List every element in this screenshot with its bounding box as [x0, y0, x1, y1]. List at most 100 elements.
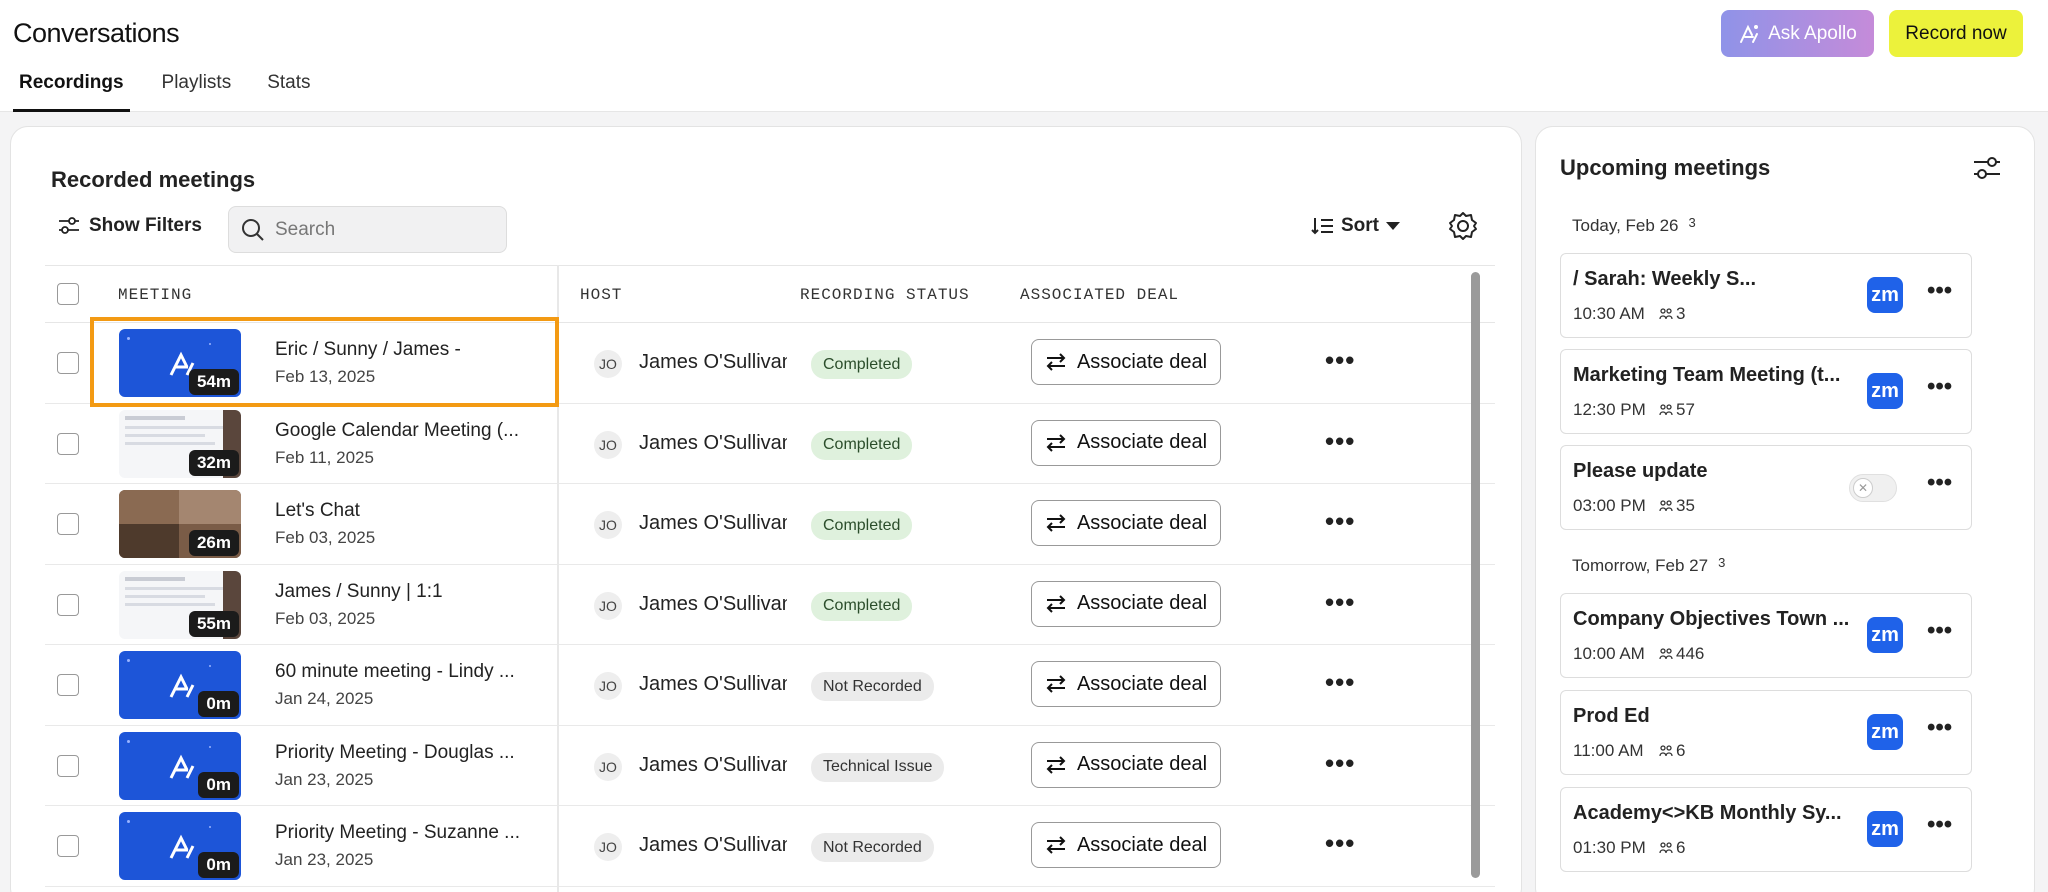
zoom-icon[interactable]: zm [1867, 811, 1903, 847]
associate-deal-label: Associate deal [1076, 592, 1208, 614]
card-more-menu-icon[interactable]: ••• [1927, 469, 1952, 497]
zoom-icon[interactable]: zm [1867, 373, 1903, 409]
row-more-menu-icon[interactable]: ••• [1325, 587, 1355, 618]
row-checkbox[interactable] [57, 352, 79, 374]
table-row[interactable]: 0m Priority Meeting - Douglas ... Jan 23, … [45, 726, 1495, 806]
row-checkbox[interactable] [57, 593, 79, 616]
duration-badge: 55m [188, 610, 239, 637]
meeting-date: Jan 23, 2025 [275, 769, 374, 789]
attendee-count: 3 [1659, 304, 1685, 324]
card-more-menu-icon[interactable]: ••• [1927, 373, 1952, 401]
associate-deal-label: Associate deal [1076, 511, 1208, 534]
host-name: James O'Sullivan [639, 592, 787, 615]
associate-deal-button[interactable]: Associate deal [1031, 580, 1221, 627]
upcoming-meeting-card[interactable]: Prod Ed 11:00 AM 6 zm ••• [1560, 690, 1972, 775]
meeting-title[interactable]: Google Calendar Meeting (... [275, 420, 519, 442]
sort-button[interactable]: Sort [1311, 215, 1401, 237]
table-row[interactable]: 26m Let's Chat Feb 03, 2025 JO James O'Sulli… [45, 484, 1495, 565]
select-all-checkbox[interactable] [57, 283, 79, 305]
row-more-menu-icon[interactable]: ••• [1325, 667, 1355, 698]
filter-sliders-icon[interactable] [1972, 155, 2002, 181]
tab-stats[interactable]: Stats [267, 70, 310, 112]
meeting-title[interactable]: Priority Meeting - Douglas ... [275, 742, 515, 764]
status-badge: Not Recorded [811, 833, 934, 862]
row-more-menu-icon[interactable]: ••• [1325, 748, 1355, 779]
record-now-button[interactable]: Record now [1889, 10, 2023, 57]
row-checkbox[interactable] [57, 674, 79, 696]
caret-down-icon [1386, 222, 1400, 230]
upcoming-meeting-card[interactable]: Company Objectives Town ... 10:00 AM 446 zm… [1560, 593, 1972, 678]
row-more-menu-icon[interactable]: ••• [1325, 426, 1355, 457]
host-avatar: JO [594, 752, 622, 781]
day-label-text: Tomorrow, Feb 27 [1572, 556, 1709, 575]
card-more-menu-icon[interactable]: ••• [1927, 714, 1952, 742]
meeting-title[interactable]: 60 minute meeting - Lindy ... [275, 661, 515, 683]
associate-deal-button[interactable]: Associate deal [1031, 661, 1221, 707]
upcoming-meeting-card[interactable]: Please update 03:00 PM 35 ✕ ••• [1560, 445, 1972, 530]
zoom-icon[interactable]: zm [1867, 277, 1903, 313]
zoom-icon[interactable]: zm [1867, 714, 1903, 750]
host-avatar: JO [594, 591, 622, 620]
upcoming-meeting-card[interactable]: Academy<>KB Monthly Sy... 01:30 PM 6 zm ••• [1560, 787, 1972, 872]
zoom-icon[interactable]: zm [1867, 617, 1903, 653]
recording-thumbnail[interactable]: 26m [119, 490, 241, 558]
upcoming-meeting-time: 11:00 AM [1573, 741, 1644, 760]
record-toggle[interactable]: ✕ [1849, 474, 1897, 502]
recording-thumbnail[interactable]: 32m [119, 409, 241, 478]
upcoming-meeting-card[interactable]: / Sarah: Weekly S... 10:30 AM 3 zm ••• [1560, 253, 1972, 338]
ask-apollo-button[interactable]: Ask Apollo [1721, 10, 1874, 57]
associate-deal-button[interactable]: Associate deal [1031, 741, 1221, 788]
table-scrollbar[interactable] [1471, 272, 1480, 878]
people-icon [1659, 500, 1673, 512]
card-more-menu-icon[interactable]: ••• [1927, 277, 1952, 305]
swap-arrows-icon [1046, 353, 1066, 371]
recording-thumbnail[interactable]: 54m [119, 329, 241, 397]
associate-deal-button[interactable]: Associate deal [1031, 500, 1221, 546]
search-input[interactable] [275, 218, 495, 241]
table-row[interactable]: 0m 60 minute meeting - Lindy ... Jan 24, 2… [45, 645, 1495, 726]
table-row[interactable]: 32m Google Calendar Meeting (... Feb 11, 2… [45, 404, 1495, 484]
card-more-menu-icon[interactable]: ••• [1927, 617, 1952, 645]
meeting-date: Jan 24, 2025 [275, 689, 374, 708]
meeting-title[interactable]: Priority Meeting - Suzanne ... [275, 822, 520, 844]
search-box[interactable] [228, 206, 507, 253]
status-badge: Completed [811, 511, 913, 540]
row-checkbox[interactable] [57, 513, 79, 535]
upcoming-meeting-card[interactable]: Marketing Team Meeting (t... 12:30 PM 57 zm… [1560, 349, 1972, 434]
swap-arrows-icon [1046, 433, 1066, 452]
meeting-title[interactable]: Let's Chat [275, 500, 360, 522]
settings-gear-icon[interactable] [1447, 210, 1479, 242]
upcoming-meeting-time: 03:00 PM [1573, 496, 1646, 515]
table-row[interactable]: 55m James / Sunny | 1:1 Feb 03, 2025 JO Jame… [45, 565, 1495, 645]
recorded-meetings-title: Recorded meetings [51, 167, 256, 192]
associate-deal-button[interactable]: Associate deal [1031, 339, 1221, 385]
row-more-menu-icon[interactable]: ••• [1325, 506, 1355, 537]
table-row[interactable]: 54m Eric / Sunny / James - Feb 13, 2025 JO J… [45, 323, 1495, 404]
meeting-title[interactable]: Eric / Sunny / James - [275, 339, 461, 361]
recording-thumbnail[interactable]: 0m [119, 812, 241, 880]
associate-deal-button[interactable]: Associate deal [1031, 822, 1221, 868]
filter-sliders-icon [59, 217, 79, 234]
table-row[interactable]: 0m Priority Meeting - Suzanne ... Jan 23, … [45, 806, 1495, 887]
row-more-menu-icon[interactable]: ••• [1325, 345, 1355, 376]
row-checkbox[interactable] [57, 835, 79, 857]
column-meeting: MEETING [118, 286, 193, 304]
attendee-count: 446 [1659, 644, 1704, 664]
show-filters-button[interactable]: Show Filters [57, 215, 202, 237]
row-checkbox[interactable] [57, 754, 79, 777]
duration-badge: 0m [198, 852, 239, 878]
attendee-count-value: 6 [1676, 741, 1686, 760]
tab-recordings[interactable]: Recordings [13, 70, 130, 112]
card-more-menu-icon[interactable]: ••• [1927, 811, 1952, 839]
status-badge: Technical Issue [811, 752, 945, 782]
row-checkbox[interactable] [57, 432, 79, 455]
upcoming-meetings-title: Upcoming meetings [1560, 155, 1771, 180]
recording-thumbnail[interactable]: 0m [119, 651, 241, 719]
meeting-title[interactable]: James / Sunny | 1:1 [275, 581, 443, 603]
associate-deal-button[interactable]: Associate deal [1031, 419, 1221, 466]
recording-thumbnail[interactable]: 55m [119, 570, 241, 639]
recording-thumbnail[interactable]: 0m [119, 731, 241, 800]
tab-playlists[interactable]: Playlists [162, 70, 232, 112]
upcoming-meeting-title: Marketing Team Meeting (t... [1573, 364, 1841, 386]
row-more-menu-icon[interactable]: ••• [1325, 828, 1355, 859]
